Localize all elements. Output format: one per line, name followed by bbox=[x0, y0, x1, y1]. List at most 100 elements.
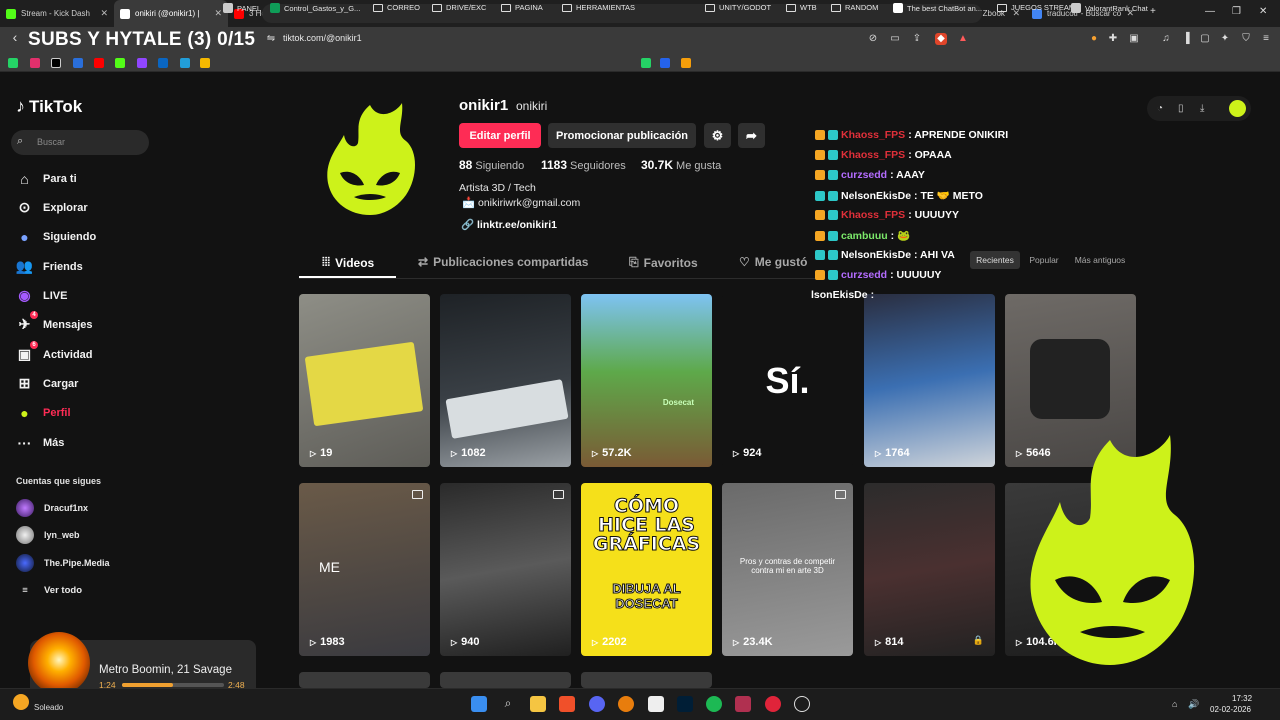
sidebar-toggle-icon[interactable]: ▣ bbox=[1128, 33, 1140, 45]
following-account[interactable]: The.Pipe.Media bbox=[16, 554, 110, 572]
tab-videos[interactable]: ⦙⦙⦙ Videos bbox=[322, 255, 374, 270]
video-thumbnail[interactable]: ▷ 1764 bbox=[864, 294, 995, 467]
brave-icon[interactable] bbox=[559, 696, 575, 712]
obs-icon[interactable] bbox=[794, 696, 810, 712]
download-icon[interactable]: ⤓ bbox=[1200, 103, 1204, 114]
video-thumbnail[interactable]: Dosecat ▷ 57.2K bbox=[581, 294, 712, 467]
bookmark-folder[interactable]: HERRAMIENTAS bbox=[562, 3, 635, 12]
wallet-icon[interactable]: ▢ bbox=[1199, 33, 1211, 45]
share-profile-icon[interactable]: ➦ bbox=[738, 123, 765, 148]
tiktok-logo[interactable]: ♪ TikTok bbox=[16, 96, 82, 117]
back-icon[interactable]: ‹ bbox=[9, 30, 21, 44]
share-page-icon[interactable]: ⇪ bbox=[911, 33, 923, 45]
search-taskbar-icon[interactable]: ⌕ bbox=[500, 696, 516, 712]
stat-following[interactable]: 88 Siguiendo bbox=[459, 158, 524, 172]
browser-tab[interactable]: Stream - Kick Dash ✕ bbox=[0, 0, 114, 27]
video-thumbnail[interactable]: ▷ 940 bbox=[440, 483, 571, 656]
maximize-icon[interactable]: ❐ bbox=[1232, 6, 1241, 17]
sidebar-item-friends[interactable]: 👥 Friends bbox=[16, 258, 83, 275]
bookmark-item[interactable]: ValorantRank.Chat bbox=[1071, 3, 1148, 13]
profile-link[interactable]: 🔗 linktr.ee/onikiri1 bbox=[461, 218, 557, 231]
following-account[interactable]: lyn_web bbox=[16, 526, 80, 544]
photoshop-icon[interactable] bbox=[677, 696, 693, 712]
video-thumbnail[interactable] bbox=[440, 672, 571, 688]
bookmark-icon[interactable] bbox=[200, 58, 210, 68]
video-thumbnail[interactable]: Sí. ▷ 924 bbox=[722, 294, 853, 467]
video-thumbnail[interactable]: ME ▷ 1983 bbox=[299, 483, 430, 656]
url-text[interactable]: tiktok.com/@onikir1 bbox=[283, 33, 362, 43]
cast-icon[interactable]: ▭ bbox=[889, 33, 901, 45]
twitch-icon[interactable] bbox=[137, 58, 147, 68]
app-icon[interactable] bbox=[765, 696, 781, 712]
video-thumbnail[interactable]: CÓMO HICE LAS GRÁFICAS DIBUJA AL DOSECAT ▷… bbox=[581, 483, 712, 656]
sort-popular-button[interactable]: Popular bbox=[1023, 251, 1065, 269]
sidebar-item-perfil[interactable]: ● Perfil bbox=[16, 404, 70, 421]
bookmark-icon[interactable] bbox=[641, 58, 651, 68]
spotify-icon[interactable] bbox=[706, 696, 722, 712]
search-input[interactable] bbox=[11, 130, 149, 155]
promote-post-button[interactable]: Promocionar publicación bbox=[548, 123, 696, 148]
extensions-puzzle-icon[interactable]: ✚ bbox=[1107, 33, 1119, 45]
clock-time[interactable]: 17:32 bbox=[1232, 694, 1252, 703]
video-thumbnail[interactable]: ▷ 19 bbox=[299, 294, 430, 467]
network-icon[interactable]: ⌂ bbox=[1172, 699, 1177, 709]
bookmark-folder[interactable]: UNITY/GODOT bbox=[705, 3, 771, 12]
settings-gear-icon[interactable]: ⚙ bbox=[704, 123, 731, 148]
app-icon[interactable] bbox=[735, 696, 751, 712]
browser-tab[interactable]: onikiri (@onikir1) | ✕ bbox=[114, 0, 228, 27]
translate-icon[interactable]: ⊘ bbox=[867, 33, 879, 45]
outlook-icon[interactable] bbox=[73, 58, 83, 68]
leo-ai-icon[interactable]: ✦ bbox=[1219, 33, 1231, 45]
extension-icon[interactable]: ● bbox=[1088, 33, 1100, 45]
phone-icon[interactable]: ▯ bbox=[1178, 103, 1184, 114]
sidebar-item-para-ti[interactable]: ⌂ Para ti bbox=[16, 170, 76, 187]
video-thumbnail[interactable]: ▷ 1082 bbox=[440, 294, 571, 467]
file-explorer-icon[interactable] bbox=[530, 696, 546, 712]
video-thumbnail[interactable] bbox=[581, 672, 712, 688]
video-thumbnail[interactable] bbox=[299, 672, 430, 688]
tab-favorites[interactable]: ⎘ Favoritos bbox=[629, 255, 698, 270]
sidebar-item-explorar[interactable]: ⊙ Explorar bbox=[16, 199, 88, 216]
bookmark-icon[interactable] bbox=[660, 58, 670, 68]
bookmark-icon[interactable] bbox=[681, 58, 691, 68]
tab-liked[interactable]: ♡ Me gustó bbox=[739, 255, 807, 269]
sidebar-item-siguiendo[interactable]: ● Siguiendo bbox=[16, 228, 96, 245]
see-all-link[interactable]: ≡ Ver todo bbox=[16, 585, 82, 596]
bookmark-folder[interactable]: PAGINA bbox=[501, 3, 543, 12]
notion-icon[interactable] bbox=[648, 696, 664, 712]
reading-list-icon[interactable]: ▐ bbox=[1180, 33, 1192, 45]
video-thumbnail[interactable]: Pros y contras de competir contra mi en … bbox=[722, 483, 853, 656]
bookmark-folder[interactable]: JUEGOS STREAM bbox=[997, 3, 1075, 12]
x-icon[interactable] bbox=[51, 58, 61, 68]
weather-sun-icon[interactable] bbox=[13, 694, 29, 710]
sidebar-item-mensajes[interactable]: ✈ 4 Mensajes bbox=[16, 311, 93, 333]
brave-shield-icon[interactable]: ◆ bbox=[935, 33, 947, 45]
sort-recent-button[interactable]: Recientes bbox=[970, 251, 1020, 269]
telegram-icon[interactable] bbox=[180, 58, 190, 68]
clock-date[interactable]: 02-02-2026 bbox=[1210, 705, 1251, 714]
bookmark-item[interactable]: The best ChatBot an... bbox=[893, 3, 982, 13]
close-window-icon[interactable]: ✕ bbox=[1259, 6, 1267, 17]
sidebar-item-live[interactable]: ◉ LIVE bbox=[16, 287, 67, 304]
close-tab-icon[interactable]: ✕ bbox=[100, 8, 108, 19]
timer-icon[interactable]: ◔ bbox=[1157, 103, 1163, 114]
whatsapp-icon[interactable] bbox=[8, 58, 18, 68]
bookmark-item[interactable]: PANEL bbox=[223, 3, 261, 13]
bookmark-folder[interactable]: DRIVE/EXC bbox=[432, 3, 486, 12]
sidebar-item-cargar[interactable]: ⊞ Cargar bbox=[16, 375, 79, 392]
sidebar-item-mas[interactable]: ··· Más bbox=[16, 434, 65, 451]
bookmark-folder[interactable]: WTB bbox=[786, 3, 817, 12]
kick-icon[interactable] bbox=[115, 58, 125, 68]
close-tab-icon[interactable]: ✕ bbox=[214, 8, 222, 19]
start-icon[interactable] bbox=[471, 696, 487, 712]
volume-icon[interactable]: 🔊 bbox=[1188, 699, 1199, 710]
youtube-icon[interactable] bbox=[94, 58, 104, 68]
discord-icon[interactable] bbox=[589, 696, 605, 712]
bookmark-folder[interactable]: CORREO bbox=[373, 3, 420, 12]
edit-profile-button[interactable]: Editar perfil bbox=[459, 123, 541, 148]
bookmark-icon[interactable] bbox=[158, 58, 168, 68]
video-thumbnail[interactable]: ▷ 814 🔒 bbox=[864, 483, 995, 656]
sidebar-item-actividad[interactable]: ▣ 6 Actividad bbox=[16, 341, 93, 363]
following-account[interactable]: Dracuf1nx bbox=[16, 499, 88, 517]
profile-avatar[interactable] bbox=[310, 95, 430, 223]
